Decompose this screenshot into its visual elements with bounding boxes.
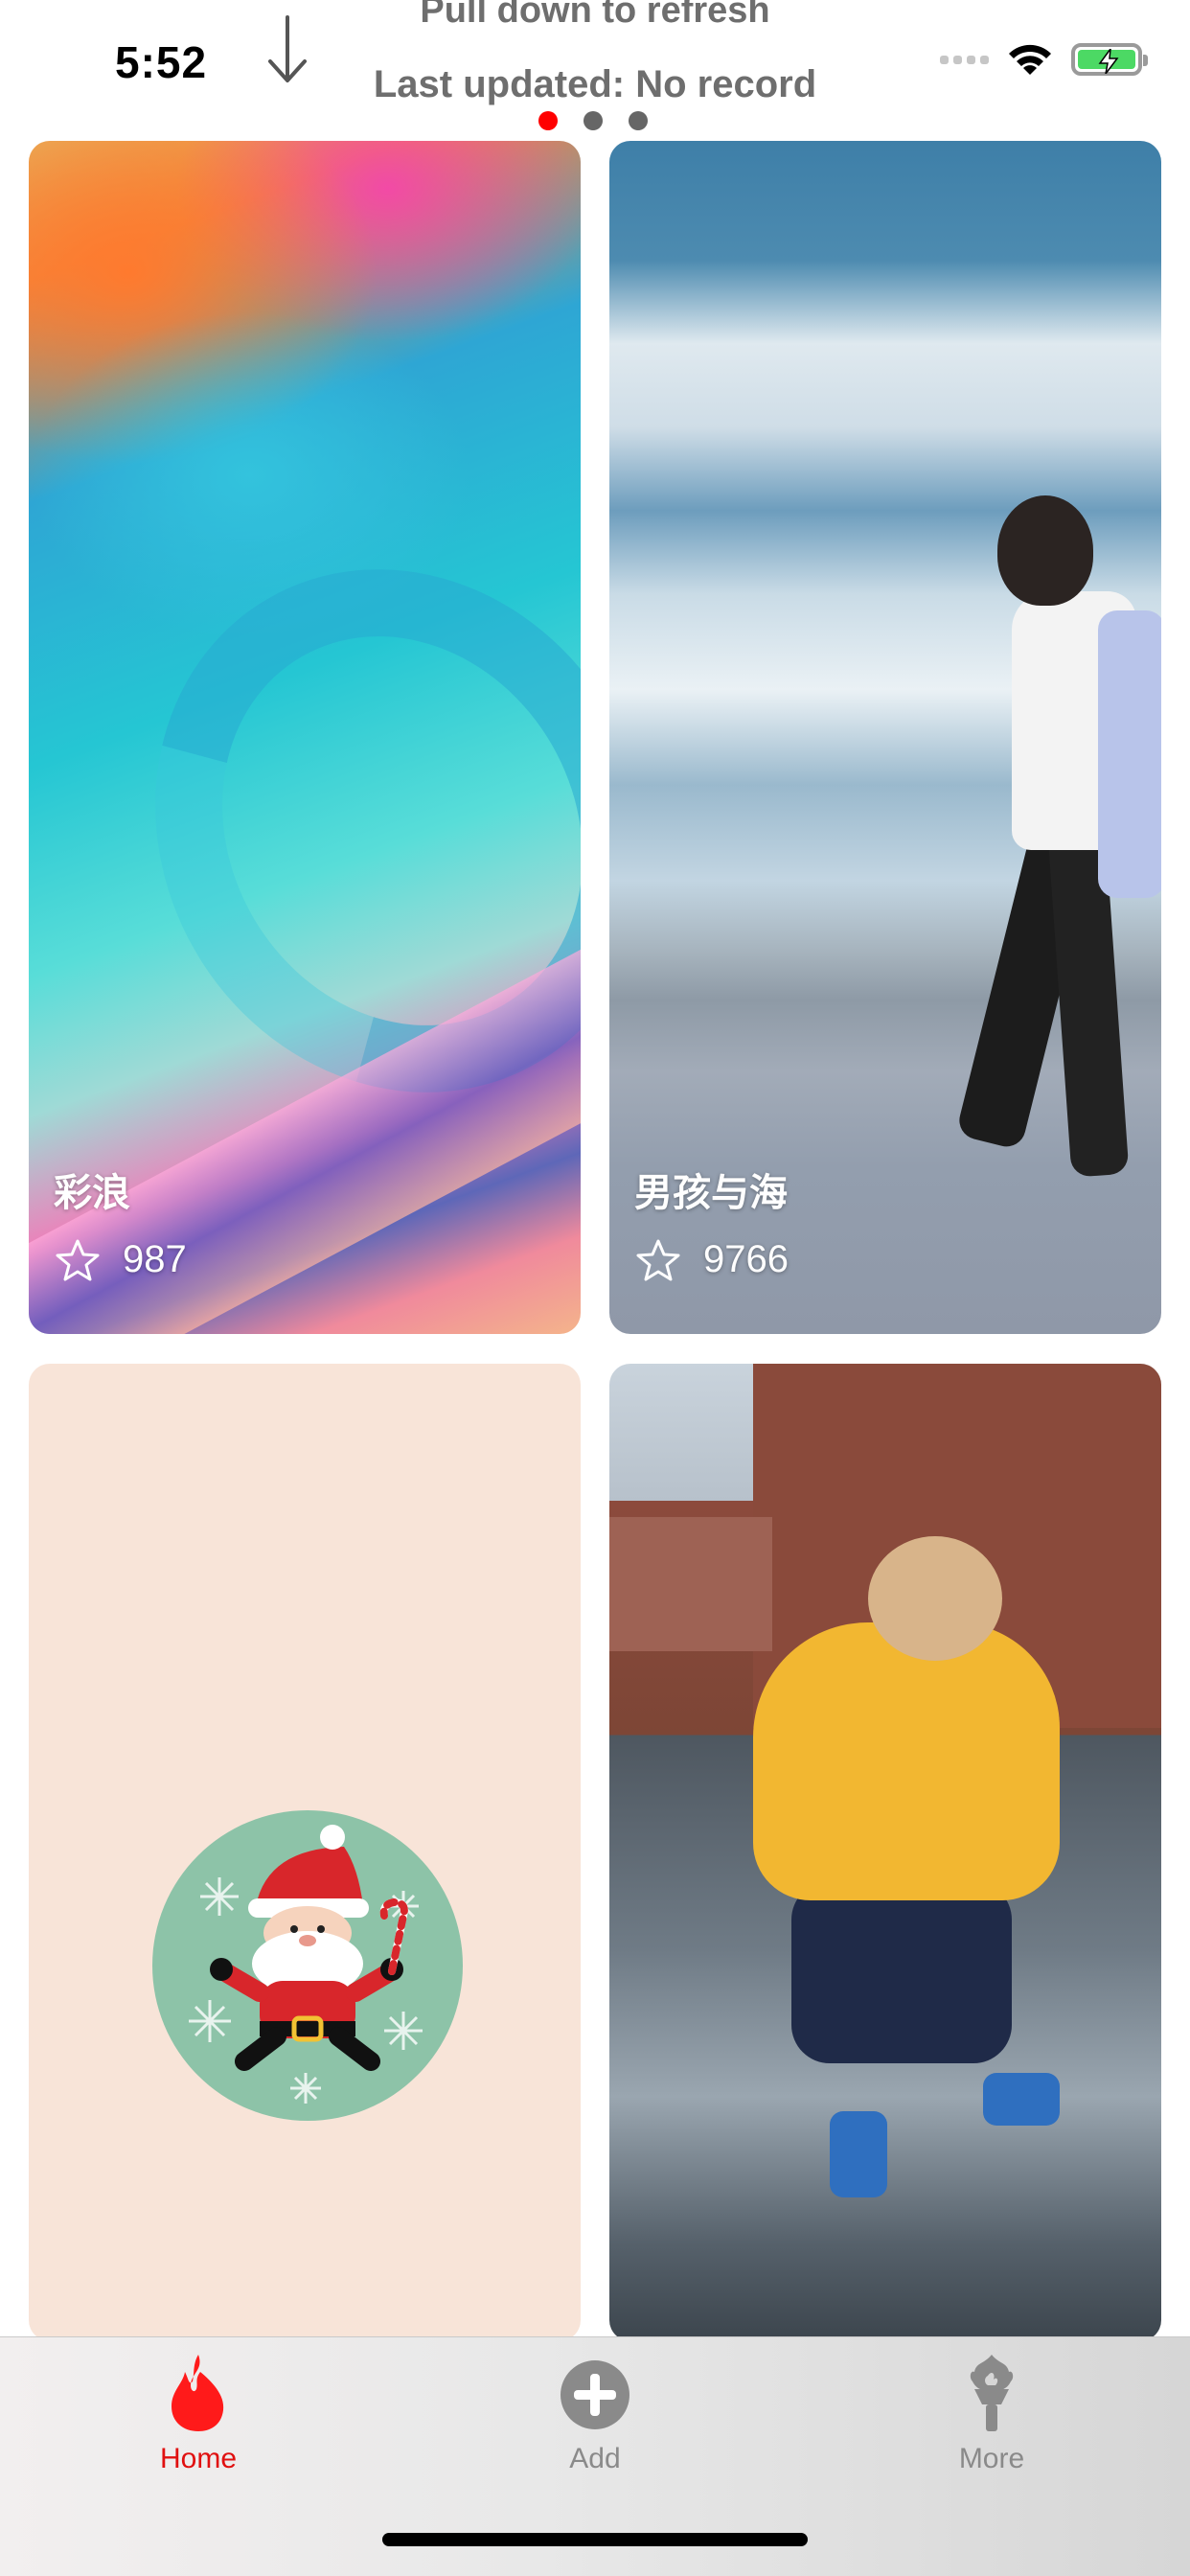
screen: 5:52 Pull down to refresh Last updated: … [0,0,1190,2576]
tab-label: Add [569,2443,621,2474]
santa-image [152,1810,463,2121]
tab-label: Home [159,2443,238,2474]
favorite-count: 987 [123,1238,187,1280]
torch-icon [970,2355,1014,2431]
favorite-count: 9766 [703,1238,789,1280]
wallpaper-card[interactable]: 彩浪 987 [29,141,581,1334]
tab-label: More [958,2443,1025,2474]
flame-icon [172,2355,224,2431]
plus-circle-icon [561,2360,629,2429]
card-favorites[interactable]: 987 [56,1238,187,1281]
page-dot-2[interactable] [584,111,603,130]
wallpaper-card[interactable] [609,1364,1161,2341]
santa-icon [189,1825,423,2104]
tab-add[interactable]: Add [499,2337,691,2481]
star-icon[interactable] [56,1239,100,1281]
home-indicator[interactable] [382,2533,808,2546]
tab-home[interactable]: Home [103,2337,294,2481]
tab-more[interactable]: More [896,2337,1087,2481]
page-dot-1[interactable] [538,111,558,130]
wallpaper-card[interactable] [29,1364,581,2341]
card-favorites[interactable]: 9766 [636,1238,789,1281]
wallpaper-card[interactable]: 男孩与海 9766 [609,141,1161,1334]
refresh-last-updated: Last updated: No record [373,63,817,105]
card-title: 男孩与海 [634,1172,788,1214]
refresh-title: Pull down to refresh [420,0,770,31]
card-title: 彩浪 [54,1172,130,1214]
page-indicator[interactable] [538,111,648,130]
page-dot-3[interactable] [629,111,648,130]
star-icon[interactable] [636,1239,680,1281]
